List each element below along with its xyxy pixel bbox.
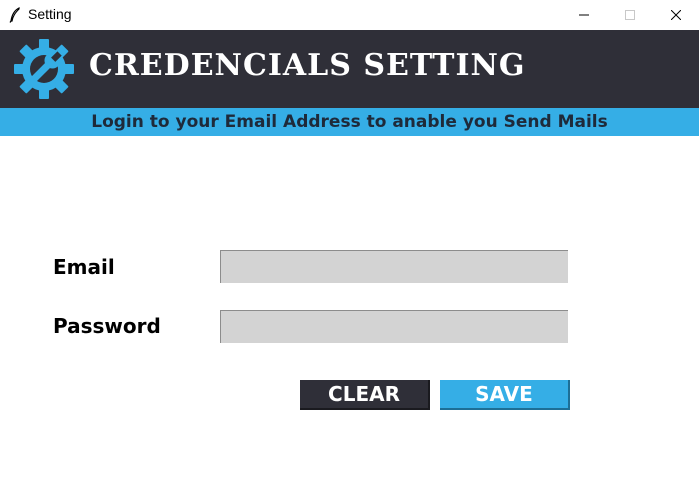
clear-button[interactable]: CLEAR xyxy=(300,380,430,410)
settings-window: Setting CREDENCIALS SETTING Login to you… xyxy=(0,0,699,480)
close-icon xyxy=(671,10,681,20)
gear-wrench-icon xyxy=(14,39,74,99)
minimize-button[interactable] xyxy=(561,0,607,30)
close-button[interactable] xyxy=(653,0,699,30)
page-subtitle: Login to your Email Address to anable yo… xyxy=(91,112,608,132)
feather-icon xyxy=(9,7,20,23)
save-button[interactable]: SAVE xyxy=(440,380,570,410)
page-title: CREDENCIALS SETTING xyxy=(89,48,526,83)
password-label: Password xyxy=(53,314,161,338)
maximize-icon xyxy=(625,10,635,20)
maximize-button[interactable] xyxy=(607,0,653,30)
subtitle-band: Login to your Email Address to anable yo… xyxy=(0,108,699,136)
email-label: Email xyxy=(53,255,115,279)
email-field[interactable] xyxy=(220,250,568,283)
password-field[interactable] xyxy=(220,310,568,343)
window-title: Setting xyxy=(28,6,72,22)
minimize-icon xyxy=(579,14,589,16)
header-banner: CREDENCIALS SETTING xyxy=(0,30,699,108)
title-bar[interactable]: Setting xyxy=(0,0,699,30)
